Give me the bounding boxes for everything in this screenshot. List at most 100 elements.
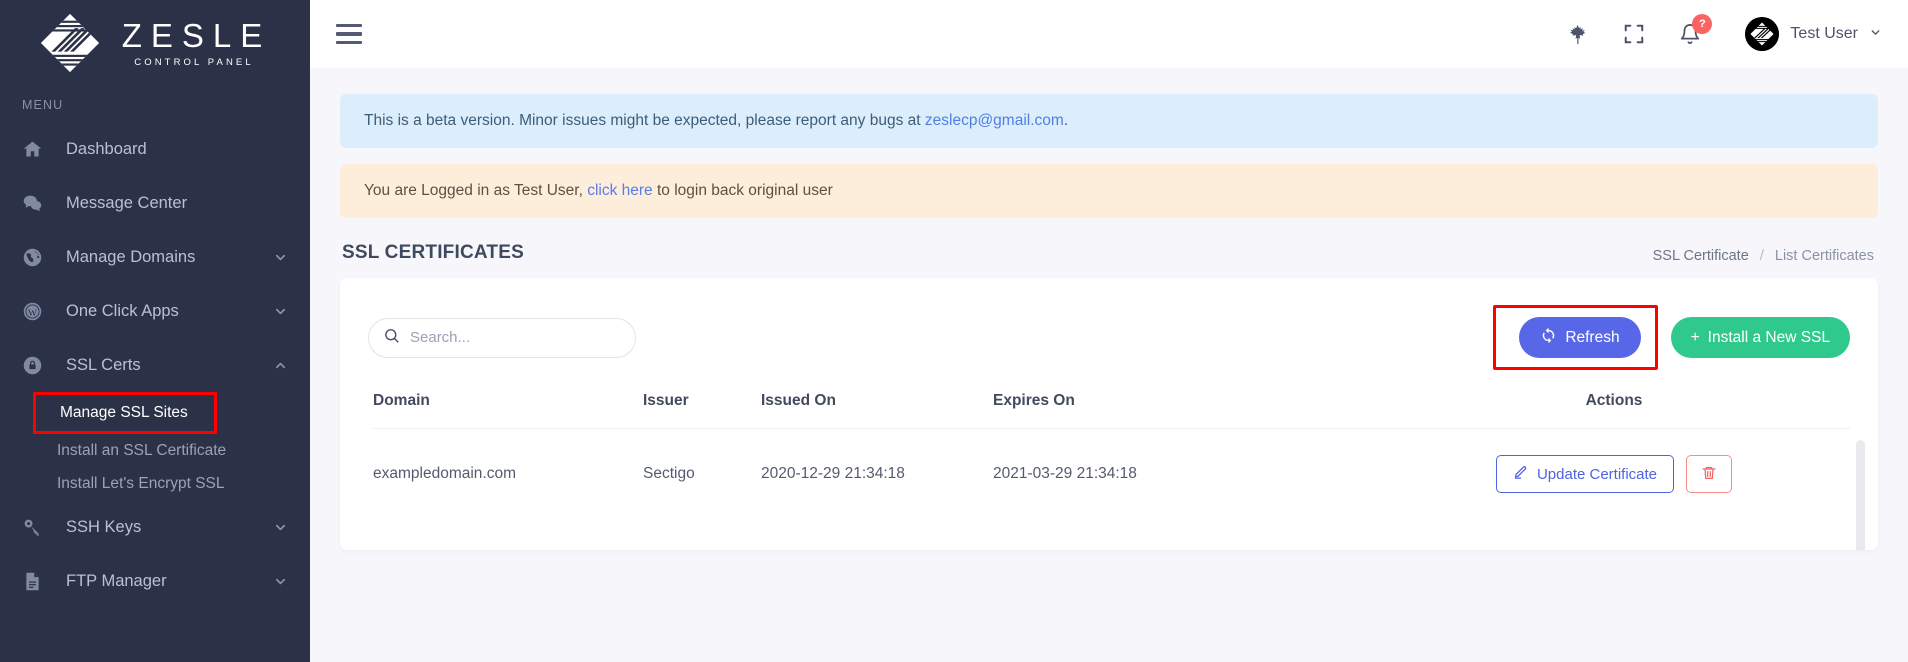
ssl-certificates-card: Refresh + Install a New SSL	[340, 278, 1878, 550]
sidebar-item-label: Message Center	[66, 193, 188, 212]
user-avatar	[1745, 17, 1780, 51]
brand-logo-area[interactable]: ZESLE CONTROL PANEL	[0, 0, 310, 86]
ssl-certificates-table: Domain Issuer Issued On Expires On Actio…	[373, 392, 1850, 519]
beta-alert-email-link[interactable]: zeslecp@gmail.com	[925, 112, 1064, 129]
topbar-icons: ? Test User	[1566, 14, 1882, 51]
sidebar-subitem-manage-ssl-sites[interactable]: Manage SSL Sites	[33, 392, 217, 434]
sidebar-subitem-label: Install an SSL Certificate	[57, 441, 227, 459]
refresh-highlight-box: Refresh	[1493, 305, 1658, 370]
impersonation-text-before: You are Logged in as Test User,	[364, 182, 588, 199]
hamburger-menu-icon[interactable]	[336, 23, 362, 45]
breadcrumb-current: List Certificates	[1774, 248, 1874, 264]
sidebar-item-label: FTP Manager	[66, 571, 167, 590]
page-header: SSL CERTIFICATES SSL Certificate / List …	[340, 234, 1878, 278]
sidebar-subitem-label: Manage SSL Sites	[60, 404, 188, 421]
update-certificate-label: Update Certificate	[1536, 465, 1658, 483]
search-icon	[383, 327, 400, 349]
column-header-expires-on[interactable]: Expires On	[993, 392, 1378, 429]
trash-icon	[1701, 465, 1717, 484]
page-title: SSL CERTIFICATES	[342, 242, 524, 263]
impersonation-text-after: to login back original user	[652, 182, 833, 199]
sidebar-item-label: Manage Domains	[66, 247, 196, 266]
chevron-down-icon[interactable]	[273, 574, 288, 589]
delete-certificate-button[interactable]	[1686, 455, 1733, 493]
lock-icon	[22, 355, 52, 376]
sidebar-item-ssh-keys[interactable]: SSH Keys	[0, 500, 310, 554]
svg-text:W: W	[28, 307, 38, 318]
refresh-button-label: Refresh	[1565, 328, 1620, 346]
home-icon	[22, 139, 52, 160]
toolbar-buttons: Refresh + Install a New SSL	[1493, 305, 1850, 370]
table-scroll-container: Domain Issuer Issued On Expires On Actio…	[340, 392, 1878, 550]
install-new-ssl-button[interactable]: + Install a New SSL	[1670, 317, 1850, 358]
chat-bubbles-icon	[22, 193, 52, 214]
update-certificate-button[interactable]: Update Certificate	[1495, 455, 1675, 493]
sidebar-item-ftp-manager[interactable]: FTP Manager	[0, 554, 310, 608]
key-icon	[22, 517, 52, 538]
sidebar-item-one-click-apps[interactable]: W One Click Apps	[0, 284, 310, 338]
beta-alert-text-before: This is a beta version. Minor issues mig…	[364, 112, 925, 129]
app-root: ZESLE CONTROL PANEL MENU Dashboard Messa…	[0, 0, 1908, 662]
sidebar-item-message-center[interactable]: Message Center	[0, 176, 310, 230]
chevron-down-icon[interactable]	[273, 520, 288, 535]
sidebar-item-manage-domains[interactable]: Manage Domains	[0, 230, 310, 284]
cell-issued-on: 2020-12-29 21:34:18	[761, 465, 905, 482]
zesle-diamond-logo-icon	[40, 13, 99, 73]
user-menu[interactable]: Test User	[1745, 17, 1882, 51]
search-box[interactable]	[368, 317, 636, 358]
sidebar-item-label: One Click Apps	[66, 301, 179, 320]
sidebar-subitem-install-ssl-certificate[interactable]: Install an SSL Certificate	[0, 434, 310, 467]
chevron-down-icon[interactable]	[273, 304, 288, 319]
topbar: ? Test User	[310, 0, 1908, 68]
search-input[interactable]	[410, 329, 621, 346]
beta-alert-text-after: .	[1063, 112, 1069, 129]
cell-domain: exampledomain.com	[373, 465, 517, 482]
globe-icon	[22, 247, 52, 268]
table-row: exampledomain.com Sectigo 2020-12-29 21:…	[373, 429, 1850, 520]
user-name-label: Test User	[1790, 25, 1858, 42]
breadcrumb-separator: /	[1759, 248, 1764, 264]
breadcrumb: SSL Certificate / List Certificates	[1653, 248, 1874, 264]
cell-issuer: Sectigo	[643, 465, 695, 482]
impersonation-alert: You are Logged in as Test User, click he…	[340, 164, 1878, 218]
column-header-actions: Actions	[1378, 392, 1850, 429]
wordpress-icon: W	[22, 301, 52, 322]
sidebar: ZESLE CONTROL PANEL MENU Dashboard Messa…	[0, 0, 310, 662]
maple-leaf-icon[interactable]	[1566, 23, 1589, 46]
file-icon	[22, 571, 52, 592]
sidebar-subitem-label: Install Let's Encrypt SSL	[57, 474, 225, 492]
click-here-link[interactable]: click here	[587, 182, 652, 199]
brand-subtitle: CONTROL PANEL	[134, 56, 254, 68]
column-header-issuer[interactable]: Issuer	[643, 392, 761, 429]
column-header-issued-on[interactable]: Issued On	[761, 392, 993, 429]
bell-icon[interactable]: ?	[1679, 14, 1713, 45]
cell-expires-on: 2021-03-29 21:34:18	[993, 465, 1137, 482]
sidebar-item-label: Dashboard	[66, 139, 147, 158]
install-button-label: Install a New SSL	[1707, 328, 1830, 346]
chevron-down-icon[interactable]	[273, 250, 288, 265]
plus-icon: +	[1690, 328, 1700, 346]
table-vertical-scrollbar[interactable]	[1856, 440, 1865, 550]
sidebar-subitem-install-lets-encrypt-ssl[interactable]: Install Let's Encrypt SSL	[0, 467, 310, 500]
breadcrumb-parent[interactable]: SSL Certificate	[1653, 248, 1749, 264]
refresh-button[interactable]: Refresh	[1519, 317, 1641, 358]
cell-actions: Update Certificate	[1378, 429, 1850, 520]
notifications-badge: ?	[1692, 14, 1713, 34]
beta-version-alert: This is a beta version. Minor issues mig…	[340, 94, 1878, 148]
refresh-icon	[1540, 327, 1557, 349]
table-header-row: Domain Issuer Issued On Expires On Actio…	[373, 392, 1850, 429]
fullscreen-icon[interactable]	[1623, 23, 1645, 45]
card-toolbar: Refresh + Install a New SSL	[340, 278, 1878, 392]
sidebar-item-dashboard[interactable]: Dashboard	[0, 122, 310, 176]
sidebar-item-label: SSL Certs	[66, 355, 141, 374]
main-area: ? Test User This is a beta version. Mino…	[310, 0, 1908, 662]
sidebar-menu-label: MENU	[22, 98, 64, 112]
chevron-down-icon[interactable]	[1869, 26, 1882, 42]
pencil-icon	[1513, 465, 1528, 484]
sidebar-item-ssl-certs[interactable]: SSL Certs	[0, 338, 310, 392]
chevron-up-icon[interactable]	[273, 358, 288, 373]
column-header-domain[interactable]: Domain	[373, 392, 643, 429]
sidebar-item-label: SSH Keys	[66, 517, 142, 536]
content-area: This is a beta version. Minor issues mig…	[310, 68, 1908, 662]
brand-title: ZESLE	[121, 16, 272, 54]
